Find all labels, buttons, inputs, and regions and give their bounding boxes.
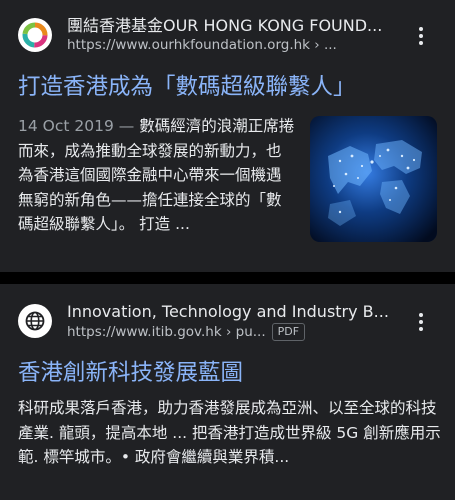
snippet-text: 科研成果落戶香港，助力香港發展成為亞洲、以至全球的科技產業. 龍頭，提高本地 .… [18, 399, 441, 466]
site-url-text: https://www.itib.gov.hk › pu... [67, 324, 266, 340]
site-name: 團結香港基金OUR HONG KONG FOUND... [67, 16, 383, 35]
globe-icon [18, 304, 52, 338]
ring-logo-icon [18, 18, 52, 52]
pdf-badge: PDF [271, 323, 306, 341]
site-url: https://www.ourhkfoundation.org.hk › ... [67, 37, 337, 53]
result-snippet: 14 Oct 2019 — 數碼經濟的浪潮正席捲而來，成為推動全球發展的新動力，… [18, 114, 296, 237]
result-snippet: 科研成果落戶香港，助力香港發展成為亞洲、以至全球的科技產業. 龍頭，提高本地 .… [18, 396, 443, 470]
result-thumbnail[interactable] [310, 116, 437, 242]
site-url: https://www.itib.gov.hk › pu... PDF [67, 323, 397, 341]
result-source[interactable]: Innovation, Technology and Industry B...… [18, 302, 445, 342]
result-title-link[interactable]: 打造香港成為「數碼超級聯繫人」 [18, 73, 437, 101]
result-title-link[interactable]: 香港創新科技發展藍圖 [18, 359, 437, 387]
more-options-icon[interactable] [411, 310, 431, 334]
search-result-card: Innovation, Technology and Industry B...… [0, 284, 455, 500]
result-source[interactable]: 團結香港基金OUR HONG KONG FOUND... https://www… [18, 16, 445, 56]
more-options-icon[interactable] [411, 24, 431, 48]
search-result-card: 團結香港基金OUR HONG KONG FOUND... https://www… [0, 0, 455, 272]
result-date: 14 Oct 2019 — [18, 117, 140, 135]
site-name: Innovation, Technology and Industry B... [67, 302, 389, 321]
glowing-world-map-image [310, 116, 437, 242]
